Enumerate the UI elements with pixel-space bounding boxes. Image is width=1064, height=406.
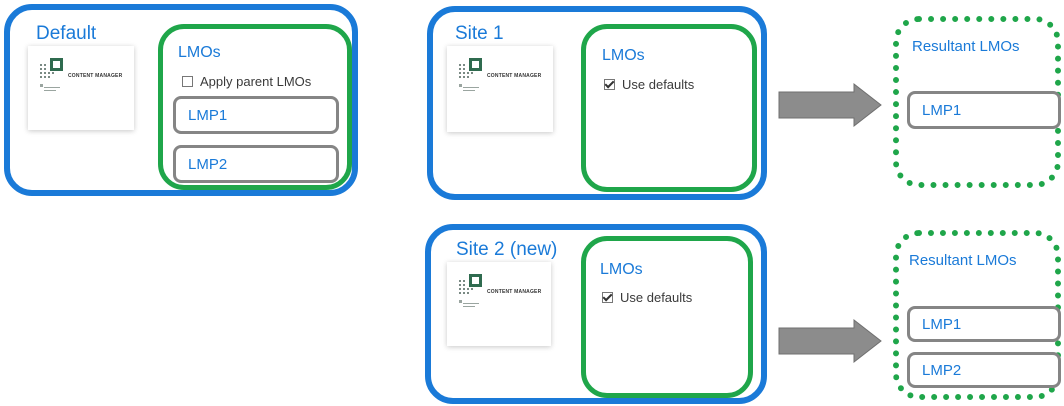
site1-use-defaults-checkbox[interactable] <box>604 79 615 90</box>
arrow-site2-to-result2 <box>778 318 882 364</box>
result2-lmp2-item: LMP2 <box>907 352 1061 388</box>
site1-lmos-label: LMOs <box>602 47 645 64</box>
apply-parent-lmos-option[interactable]: Apply parent LMOs <box>182 74 311 89</box>
site2-panel: Site 2 (new) CONTENT MANAGER LMOs Use de… <box>425 224 767 404</box>
site1-use-defaults-option[interactable]: Use defaults <box>604 77 694 92</box>
result1-lmp1-item: LMP1 <box>907 91 1061 129</box>
result2-lmp1-item: LMP1 <box>907 306 1061 342</box>
result2-title: Resultant LMOs <box>909 252 1017 269</box>
result1-box: Resultant LMOs LMP1 <box>893 16 1061 188</box>
default-lmos-label: LMOs <box>178 44 221 61</box>
apply-parent-lmos-label: Apply parent LMOs <box>200 74 312 89</box>
logo-text: CONTENT MANAGER <box>487 289 542 295</box>
default-lmp2-item: LMP2 <box>173 145 339 183</box>
default-panel-title: Default <box>36 23 97 44</box>
site2-panel-title: Site 2 (new) <box>456 239 558 260</box>
arrow-site1-to-result1 <box>778 82 882 128</box>
default-lmp1-item: LMP1 <box>173 96 339 134</box>
site2-lmos-box: LMOs Use defaults <box>581 236 753 398</box>
site1-lmos-box: LMOs Use defaults <box>581 24 757 192</box>
logo-text: CONTENT MANAGER <box>487 73 542 79</box>
result2-box: Resultant LMOs LMP1 LMP2 <box>893 230 1061 400</box>
site1-use-defaults-label: Use defaults <box>622 77 695 92</box>
content-manager-logo-icon <box>40 58 63 91</box>
site1-panel-title: Site 1 <box>455 23 504 44</box>
default-panel: Default CONTENT MANAGER LMOs Apply paren… <box>4 4 358 196</box>
site2-use-defaults-label: Use defaults <box>620 290 693 305</box>
site1-panel: Site 1 CONTENT MANAGER LMOs Use defaults <box>427 6 767 200</box>
content-manager-logo-icon <box>459 274 482 307</box>
site2-use-defaults-option[interactable]: Use defaults <box>602 290 692 305</box>
logo-text: CONTENT MANAGER <box>68 73 123 79</box>
site2-lmos-label: LMOs <box>600 261 643 278</box>
site1-logo-card: CONTENT MANAGER <box>447 46 553 132</box>
default-logo-card: CONTENT MANAGER <box>28 46 134 130</box>
site2-logo-card: CONTENT MANAGER <box>447 262 551 346</box>
default-lmos-box: LMOs Apply parent LMOs LMP1 LMP2 <box>158 24 352 190</box>
result1-title: Resultant LMOs <box>912 38 1020 55</box>
site2-use-defaults-checkbox[interactable] <box>602 292 613 303</box>
apply-parent-lmos-checkbox[interactable] <box>182 76 193 87</box>
content-manager-logo-icon <box>459 58 482 91</box>
